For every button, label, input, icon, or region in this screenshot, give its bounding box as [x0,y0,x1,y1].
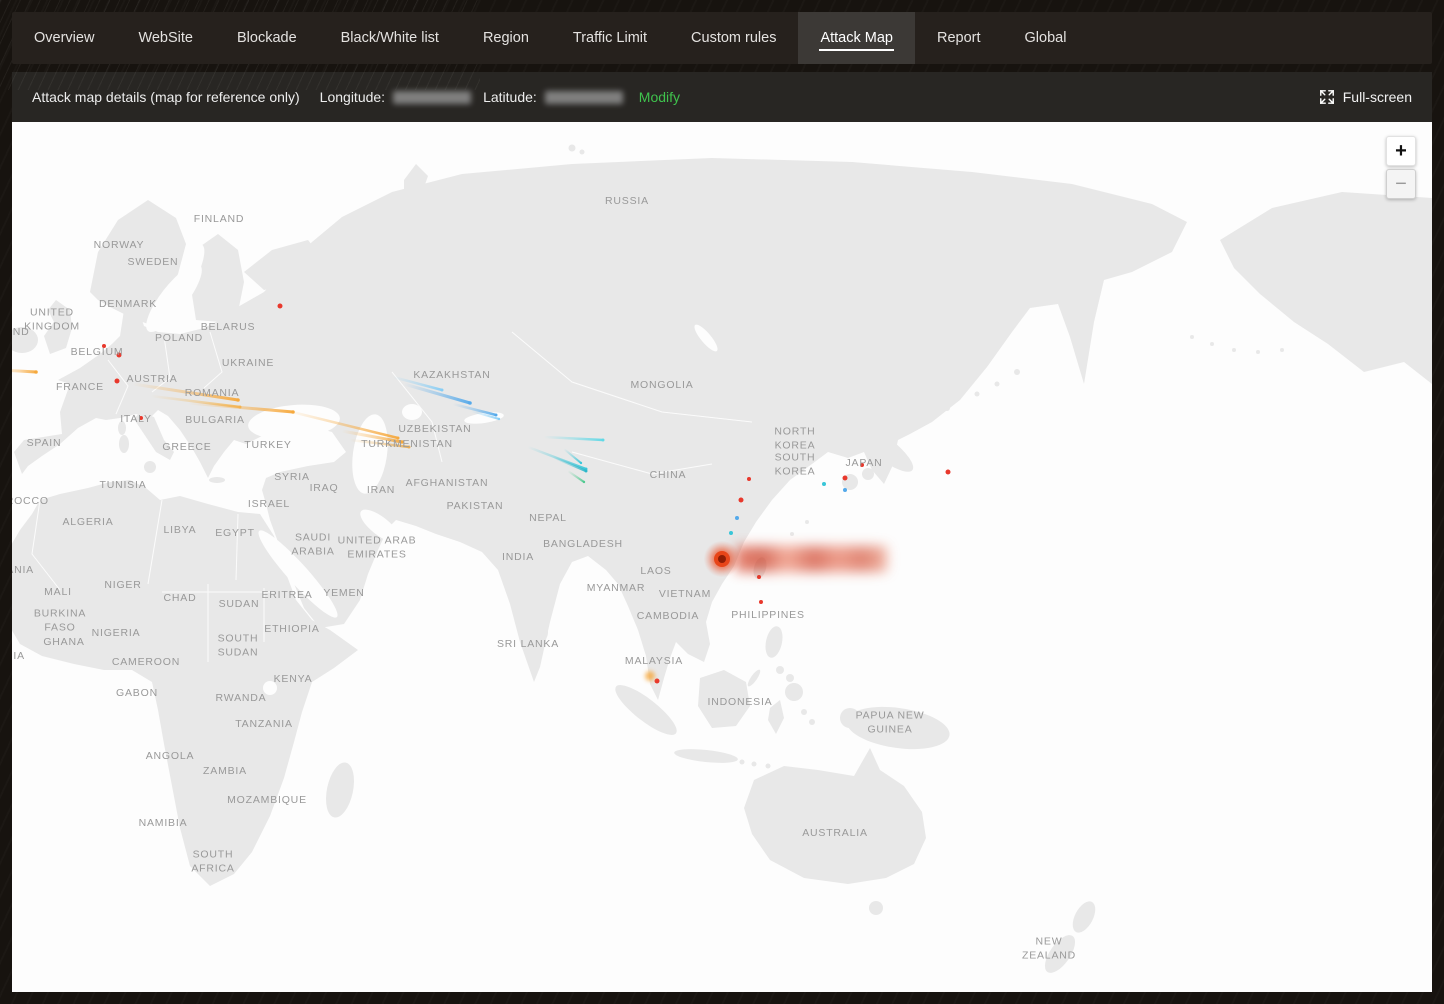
attack-streak [12,370,36,372]
attack-streak-head [495,414,498,417]
top-nav: Overview WebSite Blockade Black/White list R… [12,12,1432,64]
tab-label: Custom rules [690,26,777,50]
tab-black-white-list[interactable]: Black/White list [319,12,461,64]
attack-source-dot [822,482,826,486]
tab-attack-map[interactable]: Attack Map [798,12,915,64]
attack-streak-head [585,470,588,473]
tab-region[interactable]: Region [461,12,551,64]
tab-website[interactable]: WebSite [116,12,215,64]
latitude-value-redacted [545,91,623,104]
attack-source-dot [843,488,847,492]
tab-overview[interactable]: Overview [12,12,116,64]
zoom-in-button[interactable]: + [1386,136,1416,166]
attack-source-dot [729,531,733,535]
latitude-label: Latitude: [483,89,537,105]
attack-source-dot [278,304,283,309]
tab-label: Report [936,26,982,50]
attack-source-dot [747,477,751,481]
longitude-label: Longitude: [320,89,385,105]
attack-streak-head [468,401,472,405]
tab-blockade[interactable]: Blockade [215,12,319,64]
tab-label: Overview [33,26,95,50]
attack-source-dot [739,498,744,503]
attack-map-toolbar: Attack map details (map for reference on… [12,72,1432,122]
target-redacted-label [735,546,887,572]
attack-source-dot [759,600,763,604]
attack-source-dot [102,344,106,348]
fullscreen-button[interactable]: Full-screen [1319,89,1412,105]
attack-streak-head [408,446,411,449]
tab-global[interactable]: Global [1003,12,1089,64]
tab-label: Region [482,26,530,50]
attack-streak-head [400,440,404,444]
attack-source-dot [757,575,761,579]
attack-streak-head [583,481,585,483]
attack-streak-head [498,418,500,420]
fullscreen-icon [1319,89,1335,105]
zoom-control: + − [1386,136,1416,199]
attack-streak-head [397,437,400,440]
attack-streak-head [34,370,38,374]
attack-source-dot [860,463,864,467]
attack-streak-head [441,389,444,392]
longitude-value-redacted [393,91,471,104]
tab-label: Global [1024,26,1068,50]
tab-label: Blockade [236,26,298,50]
attack-source-dot [117,353,122,358]
attack-source-dot [735,516,739,520]
tab-traffic-limit[interactable]: Traffic Limit [551,12,669,64]
tab-custom-rules[interactable]: Custom rules [669,12,798,64]
fullscreen-label: Full-screen [1343,89,1412,105]
attack-source-dot [655,679,660,684]
attack-source-dot [139,416,143,420]
attack-source-dot [115,379,120,384]
tab-label: Traffic Limit [572,26,648,50]
attack-streak-head [236,398,240,402]
modify-link[interactable]: Modify [639,89,680,105]
tab-label: Attack Map [819,26,894,51]
attack-source-dot [843,476,848,481]
tab-label: Black/White list [340,26,440,50]
attack-source-dot [645,671,655,681]
attack-streak-head [580,462,582,464]
attack-source-dot [946,470,951,475]
attack-map-title: Attack map details (map for reference on… [32,89,300,105]
tab-report[interactable]: Report [915,12,1003,64]
attack-streak-head [602,439,605,442]
target-core [718,555,726,563]
tab-label: WebSite [137,26,194,50]
zoom-out-button[interactable]: − [1386,169,1416,199]
attack-map[interactable]: RUSSIAFINLANDNORWAYSWEDENDENMARKUNITED K… [12,122,1432,992]
